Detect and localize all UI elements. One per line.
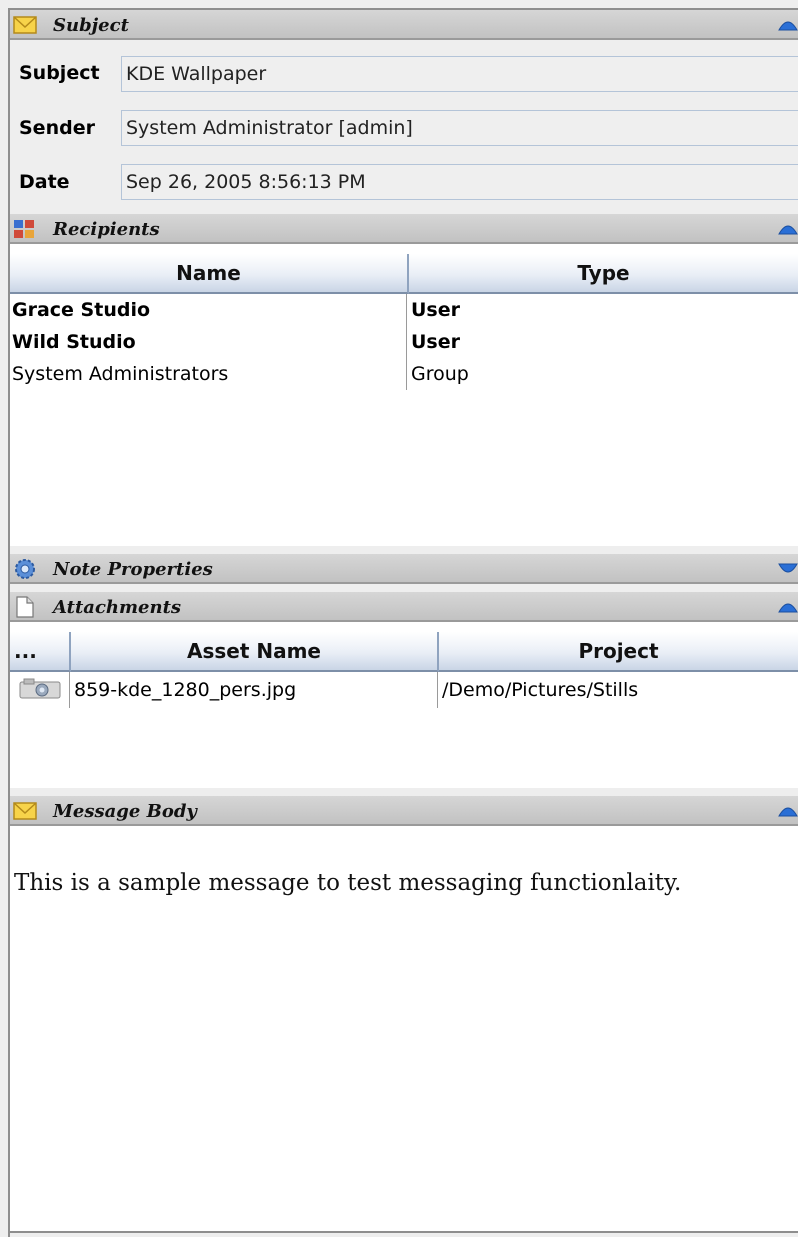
attachments-section-title: Attachments xyxy=(53,597,182,618)
message-body-section-title: Message Body xyxy=(53,801,197,822)
collapse-up-icon[interactable] xyxy=(778,804,798,818)
subject-label: Subject xyxy=(19,62,100,84)
subject-section-header[interactable]: Subject xyxy=(10,10,798,40)
column-header-more[interactable]: ... xyxy=(10,632,71,672)
table-row-type[interactable]: User xyxy=(411,330,460,354)
collapse-up-icon[interactable] xyxy=(778,18,798,32)
attachments-table: ... Asset Name Project 859-kde_1280_pers… xyxy=(10,622,798,788)
table-row-type[interactable]: User xyxy=(411,298,460,322)
recipients-table: Name Type Grace Studio User Wild Studio … xyxy=(10,244,798,546)
subject-field[interactable]: KDE Wallpaper xyxy=(121,56,798,92)
camera-icon xyxy=(19,678,61,699)
recipients-section-header[interactable]: Recipients xyxy=(10,214,798,244)
note-properties-section-title: Note Properties xyxy=(53,559,213,580)
sender-label: Sender xyxy=(19,117,95,139)
column-separator xyxy=(69,672,70,708)
date-label: Date xyxy=(19,171,70,193)
sender-field[interactable]: System Administrator [admin] xyxy=(121,110,798,146)
subject-section-title: Subject xyxy=(53,15,129,36)
message-body-section-header[interactable]: Message Body xyxy=(10,796,798,826)
users-icon xyxy=(14,220,34,238)
expand-down-icon[interactable] xyxy=(778,562,798,576)
column-header-type[interactable]: Type xyxy=(409,254,798,294)
column-header-asset-name[interactable]: Asset Name xyxy=(71,632,439,672)
collapse-up-icon[interactable] xyxy=(778,600,798,614)
document-icon xyxy=(16,596,34,618)
column-header-name[interactable]: Name xyxy=(10,254,409,294)
attachment-project[interactable]: /Demo/Pictures/Stills xyxy=(442,678,638,702)
column-separator xyxy=(437,672,438,708)
date-field[interactable]: Sep 26, 2005 8:56:13 PM xyxy=(121,164,798,200)
attachments-section-header[interactable]: Attachments xyxy=(10,592,798,622)
attachment-asset-name[interactable]: 859-kde_1280_pers.jpg xyxy=(74,678,296,702)
note-properties-section-header[interactable]: Note Properties xyxy=(10,554,798,584)
table-row-name[interactable]: Wild Studio xyxy=(12,330,136,354)
message-body-text[interactable]: This is a sample message to test messagi… xyxy=(14,870,681,896)
table-row-name[interactable]: Grace Studio xyxy=(12,298,150,322)
envelope-icon xyxy=(13,16,37,34)
table-row-name[interactable]: System Administrators xyxy=(12,362,228,386)
column-header-project[interactable]: Project xyxy=(439,632,798,672)
table-row-type[interactable]: Group xyxy=(411,362,469,386)
gear-icon xyxy=(15,559,35,579)
collapse-up-icon[interactable] xyxy=(778,222,798,236)
bottom-border xyxy=(10,1231,798,1233)
recipients-section-title: Recipients xyxy=(53,219,160,240)
envelope-icon xyxy=(13,802,37,820)
column-separator xyxy=(406,294,407,390)
